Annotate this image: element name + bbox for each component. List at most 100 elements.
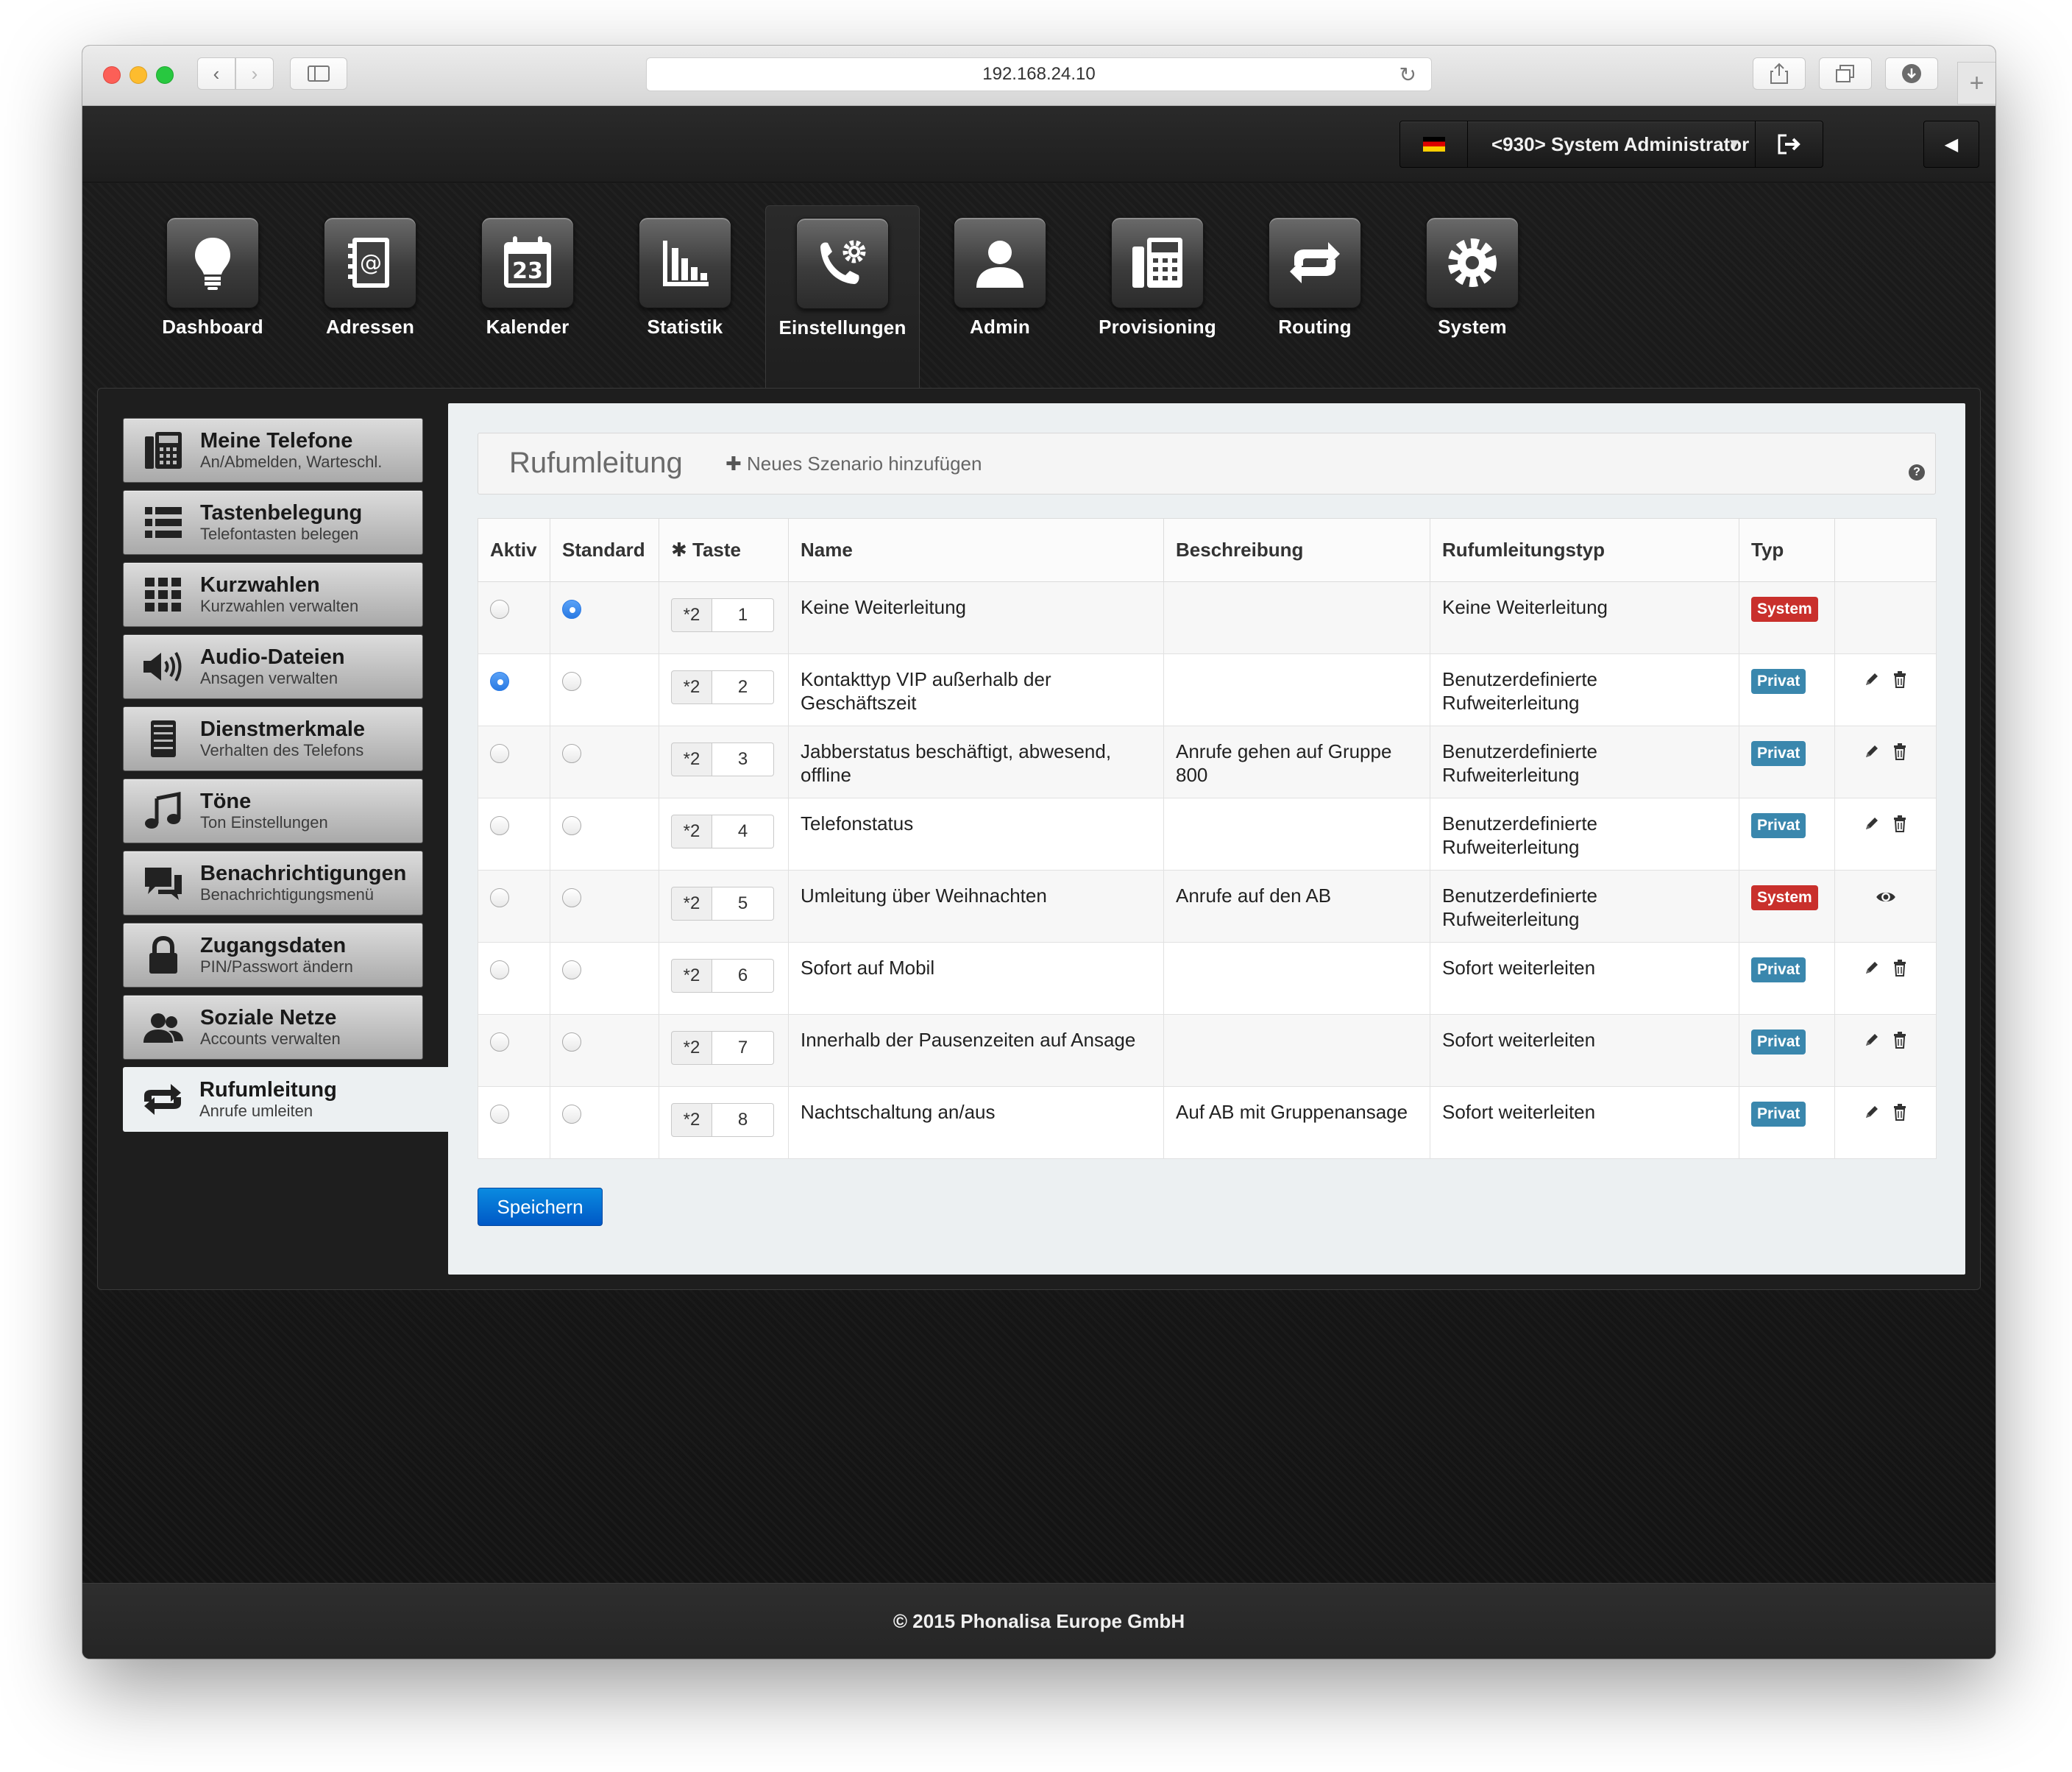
aktiv-radio[interactable]	[490, 888, 509, 907]
trash-icon[interactable]	[1891, 1031, 1909, 1049]
sidebar-toggle-button[interactable]	[290, 57, 347, 90]
key-input[interactable]: 2	[712, 670, 774, 704]
standard-radio[interactable]	[562, 888, 581, 907]
edit-icon[interactable]	[1863, 743, 1881, 760]
eye-icon[interactable]	[1876, 887, 1896, 907]
standard-radio[interactable]	[562, 960, 581, 979]
language-selector[interactable]	[1400, 121, 1468, 167]
standard-radio[interactable]	[562, 1032, 581, 1052]
trash-icon[interactable]	[1891, 743, 1909, 760]
edit-icon[interactable]	[1863, 1103, 1881, 1121]
nav-dashboard[interactable]: Dashboard	[135, 183, 290, 388]
column-header-taste[interactable]: ✱ Taste	[659, 518, 789, 582]
edit-icon[interactable]	[1863, 1031, 1881, 1049]
nav-adressen[interactable]: @ Adressen	[293, 183, 447, 388]
row-actions	[1847, 887, 1924, 907]
user-dropdown[interactable]: <930> System Administrator ▼	[1468, 121, 1755, 167]
cell-typ: Privat	[1739, 653, 1835, 726]
type-badge: Privat	[1751, 669, 1806, 694]
standard-radio[interactable]	[562, 816, 581, 835]
aktiv-radio[interactable]	[490, 744, 509, 763]
aktiv-radio[interactable]	[490, 1032, 509, 1052]
row-actions	[1847, 959, 1924, 977]
sidebar-item-kurzwahlen[interactable]: Kurzwahlen Kurzwahlen verwalten	[123, 562, 423, 627]
row-actions	[1847, 1031, 1924, 1049]
phone-icon	[134, 421, 193, 480]
aktiv-radio[interactable]	[490, 1105, 509, 1124]
new-tab-button[interactable]: +	[1957, 62, 1995, 104]
aktiv-radio[interactable]	[490, 816, 509, 835]
cell-actions	[1834, 870, 1937, 943]
sidebar-item-subtitle: Kurzwahlen verwalten	[200, 597, 359, 615]
column-header-rufumleitungstyp[interactable]: Rufumleitungstyp	[1430, 518, 1739, 582]
collapse-button[interactable]: ◀	[1923, 121, 1979, 168]
trash-icon[interactable]	[1891, 959, 1909, 977]
reload-icon[interactable]: ↻	[1399, 63, 1416, 87]
aktiv-radio[interactable]	[490, 672, 509, 691]
key-input[interactable]: 3	[712, 743, 774, 776]
aktiv-radio[interactable]	[490, 960, 509, 979]
key-input[interactable]: 5	[712, 887, 774, 921]
sidebar-item-title: Benachrichtigungen	[200, 862, 407, 885]
nav-system[interactable]: System	[1395, 183, 1550, 388]
nav-kalender[interactable]: 23 Kalender	[450, 183, 605, 388]
edit-icon[interactable]	[1863, 670, 1881, 688]
key-input[interactable]: 1	[712, 598, 774, 632]
trash-icon[interactable]	[1891, 670, 1909, 688]
nav-admin[interactable]: Admin	[923, 183, 1077, 388]
standard-radio[interactable]	[562, 1105, 581, 1124]
cell-name: Nachtschaltung an/aus	[788, 1086, 1164, 1159]
back-button[interactable]: ‹	[197, 57, 235, 90]
save-button[interactable]: Speichern	[478, 1188, 603, 1226]
column-header-typ[interactable]: Typ	[1739, 518, 1835, 582]
key-input[interactable]: 8	[712, 1103, 774, 1137]
sidebar-item-tastenbelegung[interactable]: Tastenbelegung Telefontasten belegen	[123, 490, 423, 555]
sidebar-item-soziale-netze[interactable]: Soziale Netze Accounts verwalten	[123, 995, 423, 1060]
sidebar-item-rufumleitung[interactable]: Rufumleitung Anrufe umleiten	[123, 1067, 448, 1132]
trash-icon[interactable]	[1891, 815, 1909, 832]
sidebar-item-toene[interactable]: Töne Ton Einstellungen	[123, 779, 423, 843]
logout-button[interactable]	[1755, 121, 1823, 167]
address-bar[interactable]: 192.168.24.10 ↻	[646, 57, 1432, 91]
minimize-window-button[interactable]	[130, 66, 147, 84]
sidebar-item-zugangsdaten[interactable]: Zugangsdaten PIN/Passwort ändern	[123, 923, 423, 988]
nav-provisioning[interactable]: Provisioning	[1080, 183, 1235, 388]
copyright-text: © 2015 Phonalisa Europe GmbH	[893, 1609, 1185, 1632]
calendar-day: 23	[512, 258, 543, 284]
key-input[interactable]: 4	[712, 815, 774, 848]
key-input[interactable]: 6	[712, 959, 774, 993]
share-button[interactable]	[1753, 57, 1806, 90]
url-text: 192.168.24.10	[982, 64, 1096, 84]
help-icon[interactable]: ?	[1909, 464, 1925, 481]
standard-radio[interactable]	[562, 672, 581, 691]
sidebar-item-audio-dateien[interactable]: Audio-Dateien Ansagen verwalten	[123, 634, 423, 699]
edit-icon[interactable]	[1863, 959, 1881, 977]
downloads-button[interactable]	[1885, 57, 1938, 90]
sidebar-item-dienstmerkmale[interactable]: Dienstmerkmale Verhalten des Telefons	[123, 706, 423, 771]
forward-button[interactable]: ›	[235, 57, 274, 90]
column-header-standard[interactable]: Standard	[550, 518, 659, 582]
tabs-button[interactable]	[1819, 57, 1872, 90]
standard-radio[interactable]	[562, 744, 581, 763]
column-header-aktiv[interactable]: Aktiv	[478, 518, 550, 582]
column-header-beschreibung[interactable]: Beschreibung	[1163, 518, 1430, 582]
nav-routing[interactable]: Routing	[1238, 183, 1392, 388]
user-menu[interactable]: <930> System Administrator ▼	[1399, 121, 1823, 168]
edit-icon[interactable]	[1863, 815, 1881, 832]
close-window-button[interactable]	[103, 66, 121, 84]
table-row: *2 7 Innerhalb der Pausenzeiten auf Ansage…	[478, 1014, 1937, 1087]
sidebar-item-benachrichtigungen[interactable]: Benachrichtigungen Benachrichtigungsmenü	[123, 851, 423, 915]
nav-einstellungen[interactable]: Einstellungen	[765, 205, 920, 388]
sidebar-item-meine-telefone[interactable]: Meine Telefone An/Abmelden, Warteschl.	[123, 418, 423, 483]
row-actions	[1847, 670, 1924, 688]
key-input-group: *2 5	[671, 887, 776, 921]
trash-icon[interactable]	[1891, 1103, 1909, 1121]
add-scenario-link[interactable]: ✚ Neues Szenario hinzufügen	[725, 453, 982, 475]
cell-rufumleitungstyp: Keine Weiterleitung	[1430, 581, 1739, 654]
column-header-name[interactable]: Name	[788, 518, 1164, 582]
nav-statistik[interactable]: Statistik	[608, 183, 762, 388]
maximize-window-button[interactable]	[156, 66, 174, 84]
key-input[interactable]: 7	[712, 1031, 774, 1065]
aktiv-radio[interactable]	[490, 600, 509, 619]
standard-radio[interactable]	[562, 600, 581, 619]
